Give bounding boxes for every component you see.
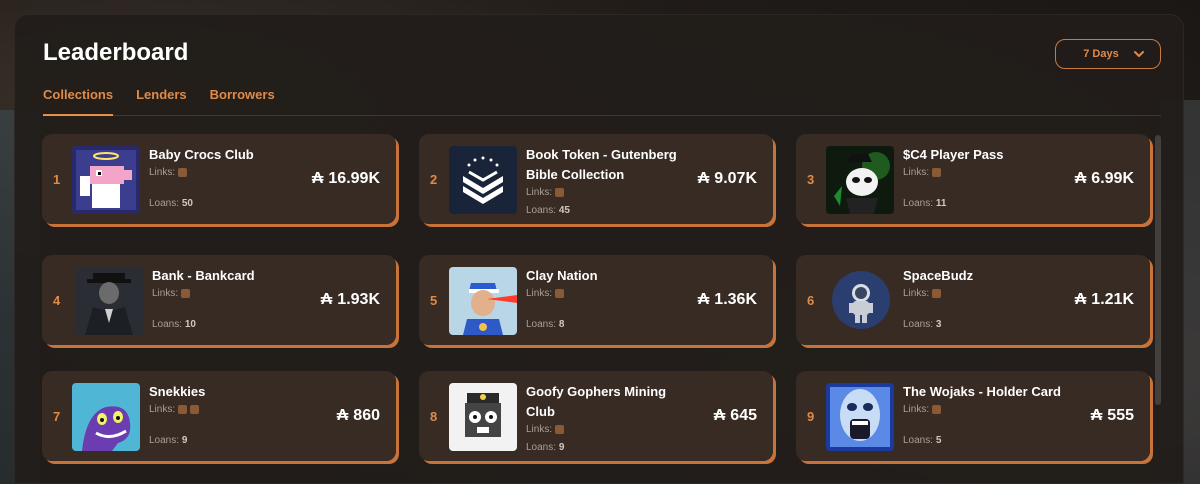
collection-thumbnail: [826, 146, 894, 214]
collection-name: The Wojaks - Holder Card: [903, 384, 1061, 399]
rank-number: 2: [430, 171, 438, 187]
twitter-icon[interactable]: [555, 188, 565, 197]
loans-row: Loans: 3: [903, 319, 942, 330]
links-row: Links:: [903, 167, 942, 178]
twitter-icon[interactable]: [932, 289, 942, 298]
ada-icon: ₳: [697, 291, 710, 308]
rank-number: 7: [53, 408, 61, 424]
collection-card[interactable]: 1 Baby Crocs Club Links: Loans: 50 ₳ 16.9…: [42, 134, 396, 224]
ada-icon: ₳: [1074, 170, 1087, 187]
links-row: Links:: [903, 288, 942, 299]
volume-value: ₳ 6.99K: [1074, 170, 1134, 187]
loans-row: Loans: 5: [903, 435, 942, 446]
collection-thumbnail: [75, 267, 143, 335]
loans-row: Loans: 10: [152, 319, 196, 330]
twitter-icon[interactable]: [555, 425, 565, 434]
collection-card[interactable]: 7 Snekkies Links: Loans: 9 ₳ 860: [42, 371, 396, 461]
rank-number: 4: [53, 292, 61, 308]
volume-value: ₳ 645: [713, 407, 757, 424]
collection-name: Clay Nation: [526, 268, 598, 283]
ada-icon: ₳: [336, 407, 349, 424]
volume-value: ₳ 16.99K: [311, 170, 380, 187]
volume-value: ₳ 1.93K: [320, 291, 380, 308]
collection-name: Book Token - Gutenberg Bible Collection: [526, 147, 677, 182]
collection-name: Baby Crocs Club: [149, 147, 254, 162]
twitter-icon[interactable]: [932, 168, 942, 177]
loans-row: Loans: 11: [903, 198, 947, 209]
rank-number: 5: [430, 292, 438, 308]
collection-card[interactable]: 6 SpaceBudz Links: Loans: 3 ₳ 1.21K: [796, 255, 1150, 345]
volume-value: ₳ 860: [336, 407, 380, 424]
volume-value: ₳ 1.36K: [697, 291, 757, 308]
links-row: Links:: [903, 404, 942, 415]
collection-name: Goofy Gophers Mining Club: [526, 384, 667, 419]
loans-row: Loans: 9: [526, 442, 565, 453]
collection-thumbnail: [72, 146, 140, 214]
collection-name: SpaceBudz: [903, 268, 974, 283]
discord-icon[interactable]: [190, 405, 200, 414]
loans-row: Loans: 50: [149, 198, 193, 209]
twitter-icon[interactable]: [932, 405, 942, 414]
collection-card[interactable]: 4 Bank - Bankcard Links: Loans: 10 ₳ 1.93…: [42, 255, 396, 345]
ada-icon: ₳: [1074, 291, 1087, 308]
volume-value: ₳ 555: [1090, 407, 1134, 424]
collection-name: Snekkies: [149, 384, 206, 399]
collection-thumbnail: [449, 146, 517, 214]
ada-icon: ₳: [697, 170, 710, 187]
rank-number: 3: [807, 171, 815, 187]
twitter-icon[interactable]: [178, 405, 188, 414]
loans-row: Loans: 45: [526, 205, 570, 216]
ada-icon: ₳: [713, 407, 726, 424]
loans-row: Loans: 9: [149, 435, 188, 446]
volume-value: ₳ 1.21K: [1074, 291, 1134, 308]
links-row: Links:: [526, 288, 565, 299]
links-row: Links:: [149, 404, 200, 415]
collection-thumbnail: [832, 271, 890, 329]
collection-name: Bank - Bankcard: [152, 268, 255, 283]
links-row: Links:: [149, 167, 188, 178]
links-row: Links:: [526, 424, 565, 435]
collection-thumbnail: [826, 383, 894, 451]
twitter-icon[interactable]: [178, 168, 188, 177]
twitter-icon[interactable]: [555, 289, 565, 298]
volume-value: ₳ 9.07K: [697, 170, 757, 187]
collection-card[interactable]: 5 Clay Nation Links: Loans: 8 ₳ 1.36K: [419, 255, 773, 345]
rank-number: 6: [807, 292, 815, 308]
collection-thumbnail: [72, 383, 140, 451]
twitter-icon[interactable]: [181, 289, 191, 298]
ada-icon: ₳: [1090, 407, 1103, 424]
collection-card[interactable]: 9 The Wojaks - Holder Card Links: Loans:…: [796, 371, 1150, 461]
collection-card[interactable]: 3 $C4 Player Pass Links: Loans: 11 ₳ 6.99…: [796, 134, 1150, 224]
rank-number: 1: [53, 171, 61, 187]
rank-number: 9: [807, 408, 815, 424]
collections-grid: 1 Baby Crocs Club Links: Loans: 50 ₳ 16.9…: [0, 0, 1200, 484]
collection-card[interactable]: 2 Book Token - Gutenberg Bible Collectio…: [419, 134, 773, 224]
collection-thumbnail: [449, 267, 517, 335]
ada-icon: ₳: [320, 291, 333, 308]
links-row: Links:: [152, 288, 191, 299]
links-row: Links:: [526, 187, 565, 198]
ada-icon: ₳: [311, 170, 324, 187]
loans-row: Loans: 8: [526, 319, 565, 330]
rank-number: 8: [430, 408, 438, 424]
collection-card[interactable]: 8 Goofy Gophers Mining Club Links: Loans…: [419, 371, 773, 461]
collection-name: $C4 Player Pass: [903, 147, 1004, 162]
collection-thumbnail: [449, 383, 517, 451]
